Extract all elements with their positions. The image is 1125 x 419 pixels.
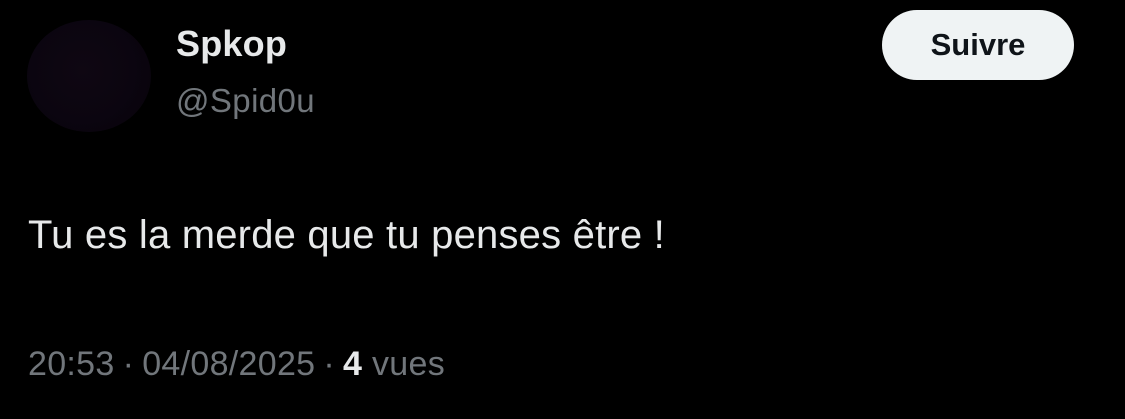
tweet-text: Tu es la merde que tu penses être ! xyxy=(28,213,665,257)
follow-button[interactable]: Suivre xyxy=(882,10,1074,80)
views-label: vues xyxy=(371,345,446,383)
tweet-meta: 20:53 · 04/08/2025 · 4 vues xyxy=(28,342,445,386)
tweet-time[interactable]: 20:53 xyxy=(28,345,115,383)
avatar[interactable] xyxy=(27,20,151,132)
views-count: 4 xyxy=(343,345,363,383)
tweet-date[interactable]: 04/08/2025 xyxy=(142,345,315,383)
author-display-name[interactable]: Spkop xyxy=(176,24,315,64)
meta-separator: · xyxy=(122,345,135,383)
author-handle[interactable]: @Spid0u xyxy=(176,82,315,120)
tweet-card: Spkop @Spid0u Suivre Tu es la merde que … xyxy=(0,0,1125,419)
meta-separator: · xyxy=(323,345,336,383)
author-info: Spkop @Spid0u xyxy=(176,24,315,120)
